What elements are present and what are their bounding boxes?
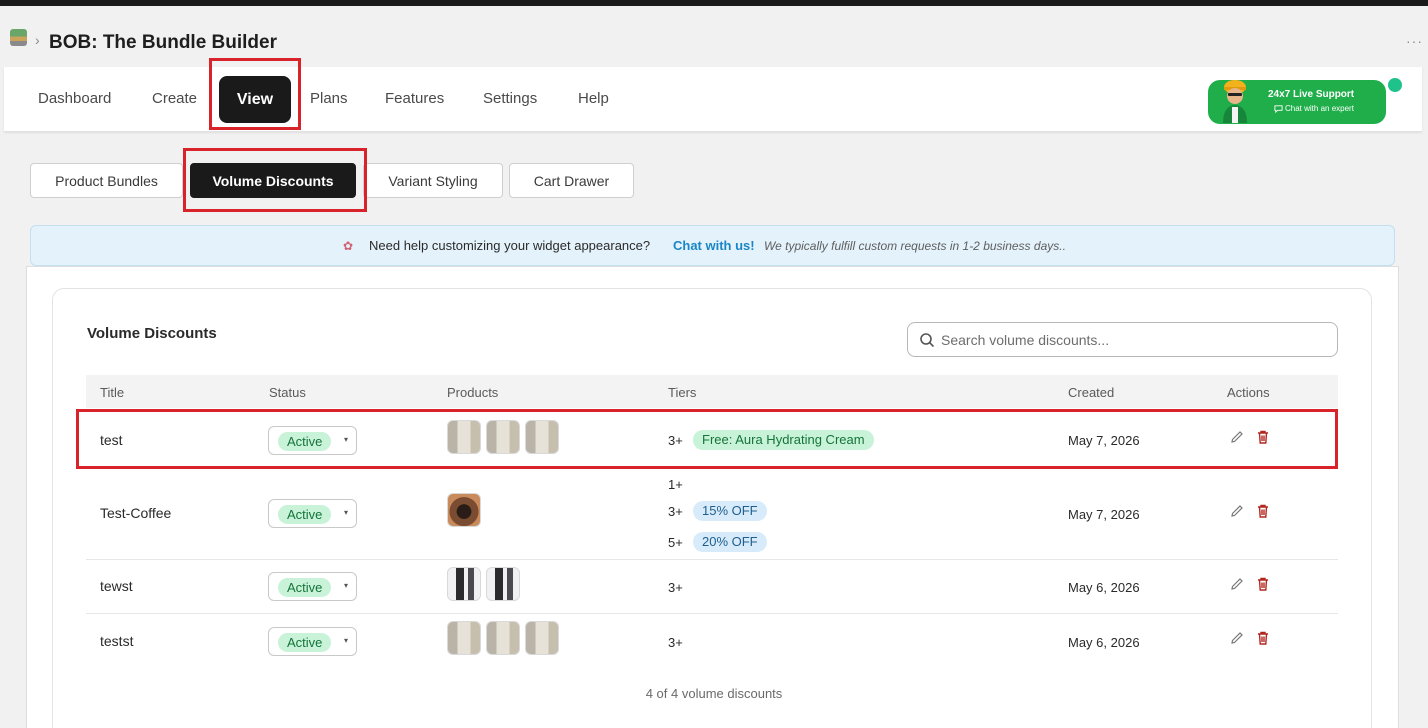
caret-down-icon: ▾ bbox=[343, 435, 348, 444]
product-thumbnail bbox=[486, 567, 520, 601]
banner-note: We typically fulfill custom requests in … bbox=[764, 239, 1066, 253]
tab-product-bundles[interactable]: Product Bundles bbox=[30, 163, 183, 198]
more-options-icon[interactable]: ··· bbox=[1406, 34, 1423, 48]
trash-icon[interactable] bbox=[1255, 630, 1271, 646]
product-thumbnail bbox=[447, 567, 481, 601]
tab-volume-discounts[interactable]: Volume Discounts bbox=[190, 163, 356, 198]
chat-bubble-icon bbox=[1274, 105, 1283, 113]
nav-features[interactable]: Features bbox=[385, 90, 444, 108]
tier-badge: 20% OFF bbox=[693, 532, 767, 552]
pencil-icon[interactable] bbox=[1229, 630, 1245, 646]
status-dropdown[interactable]: Active ▾ bbox=[268, 426, 357, 455]
table-footer-count: 4 of 4 volume discounts bbox=[645, 686, 783, 701]
support-title: 24x7 Live Support bbox=[1268, 89, 1355, 100]
column-header-tiers: Tiers bbox=[668, 385, 697, 400]
row-title: test bbox=[100, 432, 123, 448]
product-thumbnail bbox=[447, 420, 481, 454]
status-badge: Active bbox=[278, 505, 332, 524]
pencil-icon[interactable] bbox=[1229, 503, 1245, 519]
product-thumbnail bbox=[525, 621, 559, 655]
row-divider bbox=[86, 559, 1338, 560]
row-divider bbox=[86, 613, 1338, 614]
status-dropdown[interactable]: Active ▾ bbox=[268, 572, 357, 601]
trash-icon[interactable] bbox=[1255, 503, 1271, 519]
nav-dashboard[interactable]: Dashboard bbox=[38, 90, 111, 108]
tab-cart-drawer[interactable]: Cart Drawer bbox=[509, 163, 634, 198]
trash-icon[interactable] bbox=[1255, 429, 1271, 445]
nav-view[interactable]: View bbox=[219, 76, 291, 123]
created-date: May 6, 2026 bbox=[1068, 580, 1140, 595]
chevron-right-icon: › bbox=[35, 32, 40, 48]
status-badge: Active bbox=[278, 633, 332, 652]
product-thumbnail bbox=[486, 621, 520, 655]
product-thumbnail bbox=[486, 420, 520, 454]
tier-badge: 15% OFF bbox=[693, 501, 767, 521]
search-placeholder: Search volume discounts... bbox=[941, 332, 1110, 348]
tier-badge: Free: Aura Hydrating Cream bbox=[693, 430, 874, 450]
pencil-icon[interactable] bbox=[1229, 429, 1245, 445]
live-support-button[interactable]: 24x7 Live Support Chat with an expert bbox=[1208, 80, 1386, 124]
trash-icon[interactable] bbox=[1255, 576, 1271, 592]
row-title: tewst bbox=[100, 578, 133, 594]
column-header-products: Products bbox=[447, 385, 499, 400]
tier-quantity: 3+ bbox=[668, 433, 683, 448]
page-title: BOB: The Bundle Builder bbox=[49, 32, 277, 53]
created-date: May 7, 2026 bbox=[1068, 507, 1140, 522]
search-input[interactable]: Search volume discounts... bbox=[907, 322, 1338, 357]
nav-plans[interactable]: Plans bbox=[310, 90, 348, 108]
tier-quantity: 1+ bbox=[668, 477, 683, 492]
status-badge: Active bbox=[278, 578, 332, 597]
tier-quantity: 5+ bbox=[668, 535, 683, 550]
support-agent-icon bbox=[1223, 80, 1247, 123]
tier-quantity: 3+ bbox=[668, 580, 683, 595]
card-title: Volume Discounts bbox=[87, 325, 217, 342]
search-icon bbox=[920, 333, 934, 347]
status-dropdown[interactable]: Active ▾ bbox=[268, 499, 357, 528]
created-date: May 6, 2026 bbox=[1068, 635, 1140, 650]
online-status-dot bbox=[1388, 78, 1402, 92]
row-title: testst bbox=[100, 633, 134, 649]
nav-help[interactable]: Help bbox=[578, 90, 609, 108]
nav-create[interactable]: Create bbox=[152, 90, 197, 108]
tier-quantity: 3+ bbox=[668, 504, 683, 519]
caret-down-icon: ▾ bbox=[343, 581, 348, 590]
palette-icon: ✿ bbox=[343, 239, 354, 253]
status-badge: Active bbox=[278, 432, 332, 451]
banner-text: Need help customizing your widget appear… bbox=[369, 238, 651, 253]
column-header-created: Created bbox=[1068, 385, 1115, 400]
app-logo-icon[interactable] bbox=[10, 29, 27, 46]
column-header-status: Status bbox=[269, 385, 306, 400]
product-thumbnail bbox=[447, 493, 481, 527]
caret-down-icon: ▾ bbox=[343, 508, 348, 517]
pencil-icon[interactable] bbox=[1229, 576, 1245, 592]
created-date: May 7, 2026 bbox=[1068, 433, 1140, 448]
row-divider bbox=[86, 466, 1338, 467]
tier-quantity: 3+ bbox=[668, 635, 683, 650]
nav-settings[interactable]: Settings bbox=[483, 90, 537, 108]
caret-down-icon: ▾ bbox=[343, 636, 348, 645]
product-thumbnail bbox=[525, 420, 559, 454]
product-thumbnail bbox=[447, 621, 481, 655]
column-header-title: Title bbox=[100, 385, 125, 400]
chat-with-us-link[interactable]: Chat with us! bbox=[673, 238, 755, 254]
main-nav: Dashboard Create View Plans Features Set… bbox=[4, 67, 1422, 132]
row-title: Test-Coffee bbox=[100, 505, 172, 521]
status-dropdown[interactable]: Active ▾ bbox=[268, 627, 357, 656]
help-banner: ✿ Need help customizing your widget appe… bbox=[30, 225, 1395, 266]
tab-variant-styling[interactable]: Variant Styling bbox=[363, 163, 503, 198]
support-subtitle: Chat with an expert bbox=[1285, 104, 1354, 113]
breadcrumb: › BOB: The Bundle Builder ··· bbox=[0, 6, 1428, 67]
column-header-actions: Actions bbox=[1227, 385, 1270, 400]
